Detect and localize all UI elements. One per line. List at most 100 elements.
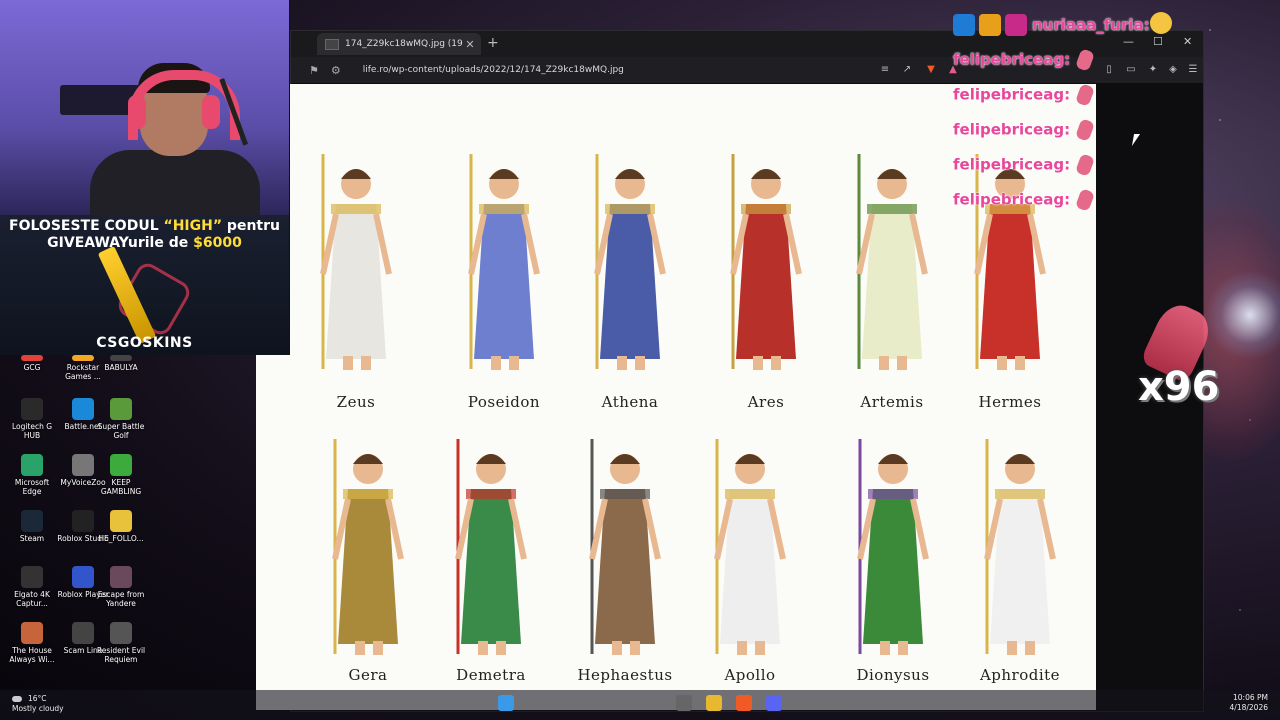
- url-field[interactable]: life.ro/wp-content/uploads/2022/12/174_Z…: [363, 65, 624, 75]
- god-figure: [575, 144, 685, 374]
- crown-badge-icon: [979, 14, 1001, 36]
- god-name: Zeus: [336, 393, 376, 411]
- taskbar: [0, 690, 1280, 720]
- desktop-icon-label: Steam: [19, 534, 45, 543]
- app-icon: [72, 454, 94, 476]
- app-icon: [21, 398, 43, 420]
- image-viewer[interactable]: Zeus Poseidon Athena Ares Artemis Hermes Gera…: [256, 84, 1096, 710]
- desktop-icon-label: KEEP GAMBLING: [100, 478, 142, 496]
- desktop-icon[interactable]: The House Always Wi...: [6, 622, 58, 664]
- desktop-icon-label: The House Always Wi...: [9, 646, 55, 664]
- headphone-cup: [202, 95, 220, 129]
- sidebar-icon[interactable]: ▯: [1103, 64, 1115, 76]
- new-tab-button[interactable]: +: [487, 35, 499, 51]
- laughing-emoji-icon: [1150, 12, 1172, 34]
- clock[interactable]: 10:06 PM 4/18/2026: [1230, 693, 1268, 713]
- sponsor-brand: CSGOSKINS: [96, 335, 193, 351]
- combo-count: x96: [1138, 364, 1220, 410]
- emote-icon: [1075, 118, 1096, 142]
- god-name: Poseidon: [467, 393, 541, 411]
- god-name: Gera: [348, 666, 388, 684]
- folder-icon[interactable]: [706, 695, 722, 711]
- brave-shield-icon[interactable]: ▼: [925, 64, 937, 76]
- chat-message: felipebriceag:: [953, 188, 1096, 212]
- app-icon: [72, 510, 94, 532]
- app-icon: [21, 566, 43, 588]
- site-info-icon[interactable]: ⚙: [331, 64, 341, 77]
- leo-icon[interactable]: ✦: [1147, 64, 1159, 76]
- close-window-button[interactable]: ✕: [1183, 35, 1192, 48]
- desktop-icon[interactable]: GCG: [6, 355, 58, 372]
- discord-icon[interactable]: [766, 695, 782, 711]
- sponsor-banner: FOLOSESTE CODUL “HIGH” pentru GIVEAWAYur…: [0, 215, 289, 355]
- menu-icon[interactable]: ☰: [1187, 64, 1199, 76]
- desktop-icon[interactable]: KEEP GAMBLING: [95, 454, 147, 496]
- emote-icon: [1075, 153, 1096, 177]
- brave-icon[interactable]: [736, 695, 752, 711]
- minimize-button[interactable]: —: [1123, 35, 1134, 48]
- desktop-icon-label: Elgato 4K Captur...: [14, 590, 50, 608]
- god-figure: [570, 429, 680, 659]
- desktop-icon[interactable]: Super Battle Golf: [95, 398, 147, 440]
- maximize-button[interactable]: ☐: [1153, 35, 1163, 48]
- promo-line-2: GIVEAWAYurile de $6000: [47, 235, 242, 251]
- headphone-cup: [128, 95, 146, 129]
- app-icon: [72, 355, 94, 361]
- god-name: Aphrodite: [979, 666, 1061, 684]
- god-name: Athena: [601, 393, 659, 411]
- desktop-icon-label: GCG: [23, 363, 41, 372]
- webcam-overlay: FOLOSESTE CODUL “HIGH” pentru GIVEAWAYur…: [0, 0, 290, 355]
- start-icon[interactable]: [498, 695, 514, 711]
- app-icon: [21, 355, 43, 361]
- desktop-icon[interactable]: Elgato 4K Captur...: [6, 566, 58, 608]
- desktop-icon-label: HE_FOLLO...: [98, 534, 144, 543]
- desktop-icon[interactable]: BABULYA: [95, 355, 147, 372]
- desktop-icon[interactable]: Logitech G HUB: [6, 398, 58, 440]
- god-figure: [313, 429, 423, 659]
- chat-message: felipebriceag:: [953, 48, 1096, 72]
- weather-widget[interactable]: 16°C Mostly cloudy: [12, 694, 64, 714]
- chat-username: felipebriceag:: [953, 50, 1071, 69]
- app-icon: [110, 566, 132, 588]
- app-icon: [110, 454, 132, 476]
- share-icon[interactable]: ↗: [901, 64, 913, 76]
- chat-username: felipebriceag:: [953, 120, 1071, 139]
- tab-image[interactable]: 174_Z29kc18wMQ.jpg (1920×1440) ✕: [317, 33, 481, 55]
- god-name: Dionysus: [856, 666, 930, 684]
- god-figure: [837, 144, 947, 374]
- desktop-icon[interactable]: Microsoft Edge: [6, 454, 58, 496]
- bookmark-icon[interactable]: ⚑: [309, 64, 319, 77]
- desktop-icon[interactable]: Escape from Yandere: [95, 566, 147, 608]
- desktop-icon[interactable]: Steam: [6, 510, 58, 543]
- reader-icon[interactable]: ≡: [879, 64, 891, 76]
- god-name: Hephaestus: [577, 666, 673, 684]
- vpn-icon[interactable]: ◈: [1167, 64, 1179, 76]
- emote-icon: [1075, 188, 1096, 212]
- god-figure: [695, 429, 805, 659]
- desktop-icon-label: Microsoft Edge: [14, 478, 50, 496]
- desktop-icon-label: BABULYA: [104, 363, 138, 372]
- app-icon: [21, 454, 43, 476]
- app-icon: [72, 398, 94, 420]
- app-icon: [72, 566, 94, 588]
- god-figure: [711, 144, 821, 374]
- cloud-icon: [12, 696, 22, 702]
- promo-line-1: FOLOSESTE CODUL “HIGH” pentru: [9, 218, 280, 234]
- close-tab-icon[interactable]: ✕: [463, 38, 477, 51]
- image-icon: [325, 38, 339, 50]
- mod-badge-icon: [953, 14, 975, 36]
- wallet-icon[interactable]: ▭: [1125, 64, 1137, 76]
- god-name: Artemis: [860, 393, 924, 411]
- desktop-icon[interactable]: HE_FOLLO...: [95, 510, 147, 543]
- god-figure: [965, 429, 1075, 659]
- desktop-icon[interactable]: Resident Evil Requiem: [95, 622, 147, 664]
- sub-badge-icon: [1005, 14, 1027, 36]
- god-name: Hermes: [978, 393, 1042, 411]
- desktop-icon-label: Logitech G HUB: [11, 422, 53, 440]
- app-icon: [110, 355, 132, 361]
- taskbar-app-icon[interactable]: [676, 695, 692, 711]
- chat-username: felipebriceag:: [953, 155, 1071, 174]
- god-figure: [955, 144, 1065, 374]
- tab-title: 174_Z29kc18wMQ.jpg (1920×1440): [345, 39, 463, 49]
- app-icon: [110, 398, 132, 420]
